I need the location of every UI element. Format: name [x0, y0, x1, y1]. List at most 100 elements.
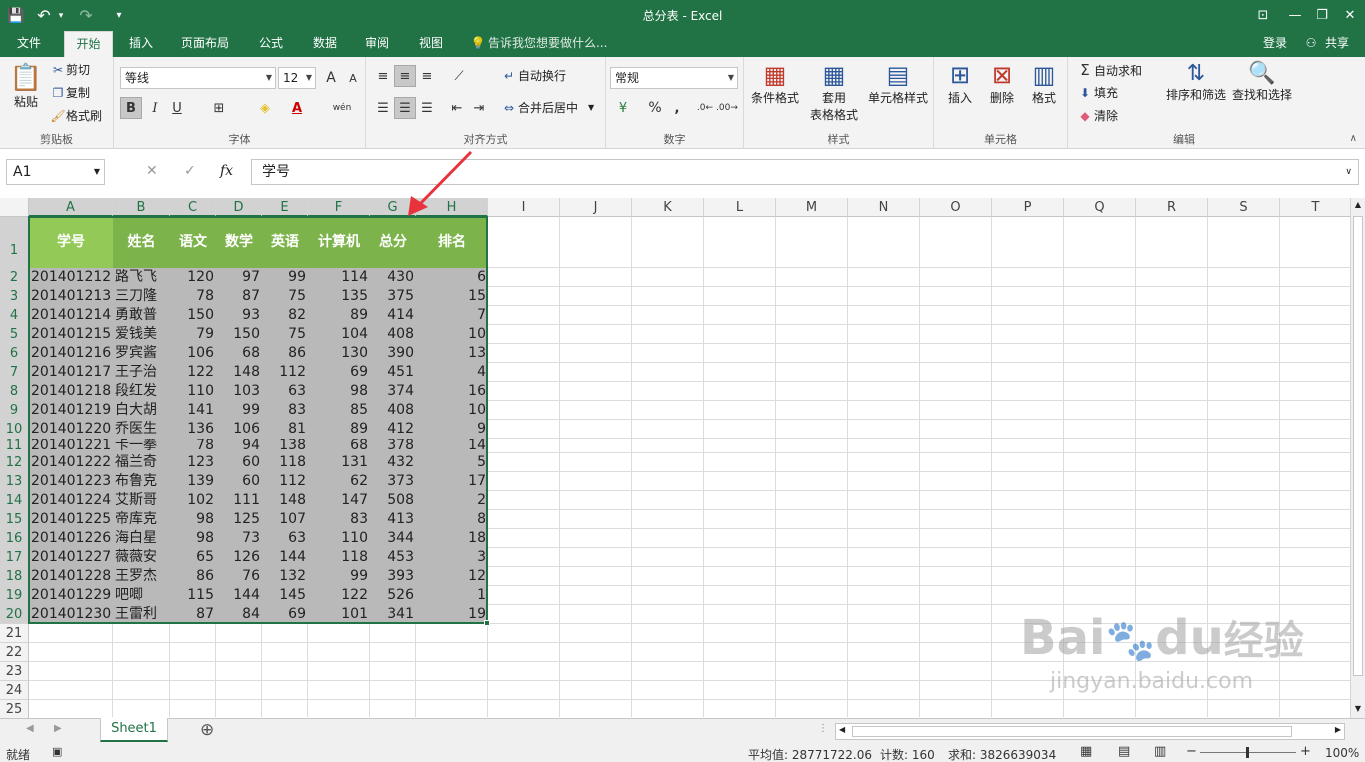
- tab-data[interactable]: 数据: [302, 31, 348, 57]
- vertical-scrollbar[interactable]: ▲ ▼: [1350, 198, 1365, 718]
- paste-button[interactable]: 📋 粘贴: [10, 63, 42, 110]
- tab-file[interactable]: 文件: [6, 31, 52, 57]
- clear-button[interactable]: ◆ 清除: [1076, 107, 1118, 124]
- row-header-17[interactable]: 17: [0, 548, 29, 567]
- row-header-22[interactable]: 22: [0, 643, 29, 662]
- column-header-e[interactable]: E: [262, 198, 308, 217]
- share-button[interactable]: 共享: [1320, 31, 1354, 57]
- column-header-t[interactable]: T: [1280, 198, 1350, 217]
- tab-insert[interactable]: 插入: [118, 31, 164, 57]
- row-header-6[interactable]: 6: [0, 344, 29, 363]
- row-header-2[interactable]: 2: [0, 268, 29, 287]
- close-button[interactable]: ✕: [1335, 0, 1365, 31]
- horizontal-scroll-thumb[interactable]: [852, 726, 1292, 737]
- status-sum[interactable]: 求和: 3826639034: [948, 746, 1056, 762]
- add-sheet-icon[interactable]: ⊕: [200, 720, 214, 740]
- cut-button[interactable]: ✂ 剪切: [50, 61, 90, 78]
- fill-button[interactable]: ⬇ 填充: [1076, 84, 1118, 101]
- row-header-19[interactable]: 19: [0, 586, 29, 605]
- grow-font-button[interactable]: A: [320, 67, 342, 89]
- column-header-f[interactable]: F: [308, 198, 370, 217]
- prev-sheet-icon[interactable]: ◀: [26, 723, 34, 734]
- align-top-icon[interactable]: ≡: [372, 65, 394, 87]
- row-header-25[interactable]: 25: [0, 700, 29, 718]
- format-as-table-button[interactable]: ▦ 套用 表格格式: [804, 61, 864, 123]
- increase-decimal-icon[interactable]: .0←: [694, 97, 716, 119]
- tell-me-search[interactable]: 告诉我您想要做什么...: [488, 31, 618, 57]
- row-header-9[interactable]: 9: [0, 401, 29, 420]
- comma-button[interactable]: ,: [666, 97, 688, 119]
- zoom-level[interactable]: 100%: [1325, 746, 1359, 760]
- underline-button[interactable]: U: [166, 97, 188, 119]
- restore-button[interactable]: ❐: [1307, 0, 1337, 31]
- horizontal-scrollbar[interactable]: ◀ ▶: [835, 723, 1345, 740]
- increase-indent-icon[interactable]: ⇥: [468, 97, 490, 119]
- formula-input[interactable]: 学号 ∨: [251, 159, 1359, 185]
- borders-icon[interactable]: ⊞: [208, 97, 230, 119]
- row-header-24[interactable]: 24: [0, 681, 29, 700]
- row-header-11[interactable]: 11: [0, 439, 29, 453]
- minimize-button[interactable]: —: [1280, 0, 1310, 31]
- align-left-icon[interactable]: ☰: [372, 97, 394, 119]
- column-header-s[interactable]: S: [1208, 198, 1280, 217]
- column-header-m[interactable]: M: [776, 198, 848, 217]
- fill-handle[interactable]: [484, 620, 490, 626]
- find-select-button[interactable]: 🔍 查找和选择: [1230, 61, 1294, 103]
- enter-icon[interactable]: ✓: [184, 163, 196, 179]
- font-name-select[interactable]: 等线 ▼: [120, 67, 276, 89]
- tab-home[interactable]: 开始: [64, 31, 113, 57]
- column-header-g[interactable]: G: [370, 198, 416, 217]
- scroll-down-icon[interactable]: ▼: [1352, 704, 1364, 716]
- zoom-in-icon[interactable]: +: [1300, 744, 1311, 759]
- column-header-c[interactable]: C: [170, 198, 216, 217]
- row-header-13[interactable]: 13: [0, 472, 29, 491]
- column-header-n[interactable]: N: [848, 198, 920, 217]
- cell-styles-button[interactable]: ▤ 单元格样式: [866, 61, 930, 106]
- next-sheet-icon[interactable]: ▶: [54, 723, 62, 734]
- format-cells-button[interactable]: ▥ 格式: [1024, 61, 1064, 106]
- ribbon-display-options-icon[interactable]: ⊡: [1248, 0, 1278, 31]
- column-header-d[interactable]: D: [216, 198, 262, 217]
- row-header-8[interactable]: 8: [0, 382, 29, 401]
- row-header-7[interactable]: 7: [0, 363, 29, 382]
- tab-formulas[interactable]: 公式: [248, 31, 294, 57]
- italic-button[interactable]: I: [144, 97, 166, 119]
- status-average[interactable]: 平均值: 28771722.06: [748, 746, 872, 762]
- decrease-indent-icon[interactable]: ⇤: [446, 97, 468, 119]
- sort-filter-button[interactable]: ⇅ 排序和筛选: [1164, 61, 1228, 103]
- row-header-18[interactable]: 18: [0, 567, 29, 586]
- row-header-21[interactable]: 21: [0, 624, 29, 643]
- page-layout-view-icon[interactable]: ▤: [1118, 744, 1130, 759]
- autosum-button[interactable]: Σ 自动求和: [1076, 61, 1142, 79]
- column-header-l[interactable]: L: [704, 198, 776, 217]
- conditional-format-button[interactable]: ▦ 条件格式: [750, 61, 800, 106]
- format-painter-button[interactable]: 🖌 格式刷: [50, 107, 102, 124]
- percent-button[interactable]: %: [644, 97, 666, 119]
- tab-view[interactable]: 视图: [408, 31, 454, 57]
- insert-function-icon[interactable]: fx: [220, 163, 233, 179]
- column-header-o[interactable]: O: [920, 198, 992, 217]
- page-break-view-icon[interactable]: ▥: [1154, 744, 1166, 759]
- tab-splitter-icon[interactable]: ⋮: [818, 723, 828, 734]
- row-header-3[interactable]: 3: [0, 287, 29, 306]
- zoom-out-icon[interactable]: −: [1186, 744, 1197, 759]
- row-header-4[interactable]: 4: [0, 306, 29, 325]
- vertical-scroll-thumb[interactable]: [1353, 216, 1363, 676]
- scroll-right-icon[interactable]: ▶: [1335, 725, 1341, 734]
- font-color-icon[interactable]: A: [286, 97, 308, 119]
- align-center-icon[interactable]: ☰: [394, 97, 416, 119]
- scroll-left-icon[interactable]: ◀: [839, 725, 845, 734]
- copy-button[interactable]: ❐ 复制: [50, 84, 90, 101]
- sheet-tab-sheet1[interactable]: Sheet1: [100, 718, 168, 742]
- font-size-select[interactable]: 12 ▼: [278, 67, 316, 89]
- orientation-icon[interactable]: ⟋: [448, 65, 470, 87]
- number-format-select[interactable]: 常规 ▼: [610, 67, 738, 89]
- cancel-icon[interactable]: ✕: [146, 163, 158, 179]
- sign-in-link[interactable]: 登录: [1256, 31, 1294, 57]
- row-header-15[interactable]: 15: [0, 510, 29, 529]
- align-bottom-icon[interactable]: ≡: [416, 65, 438, 87]
- column-header-k[interactable]: K: [632, 198, 704, 217]
- column-header-b[interactable]: B: [113, 198, 170, 217]
- normal-view-icon[interactable]: ▦: [1080, 744, 1092, 759]
- zoom-slider-thumb[interactable]: [1246, 747, 1249, 758]
